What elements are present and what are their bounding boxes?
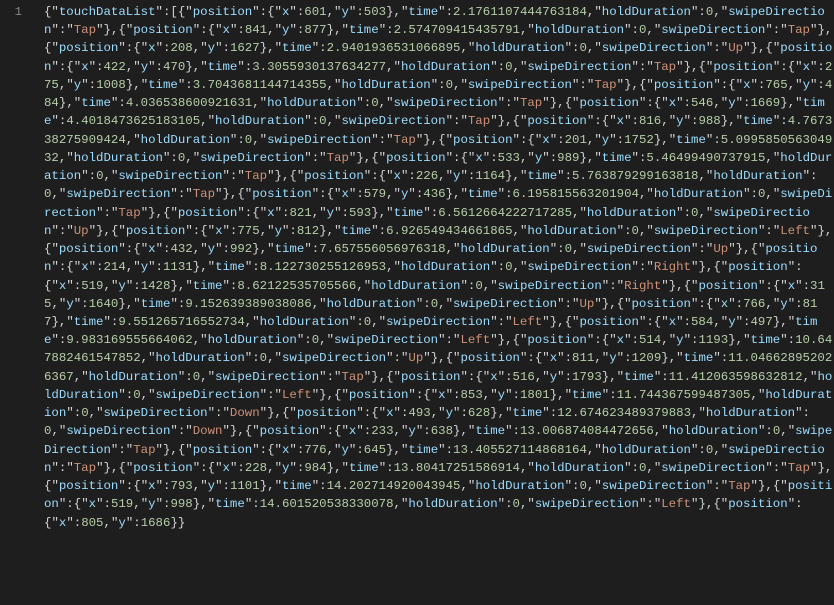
- line-number: 1: [0, 3, 22, 21]
- code-editor: 1 {"touchDataList":[{"position":{"x":601…: [0, 0, 834, 605]
- gutter: 1: [0, 0, 38, 605]
- code-content[interactable]: {"touchDataList":[{"position":{"x":601,"…: [38, 0, 834, 605]
